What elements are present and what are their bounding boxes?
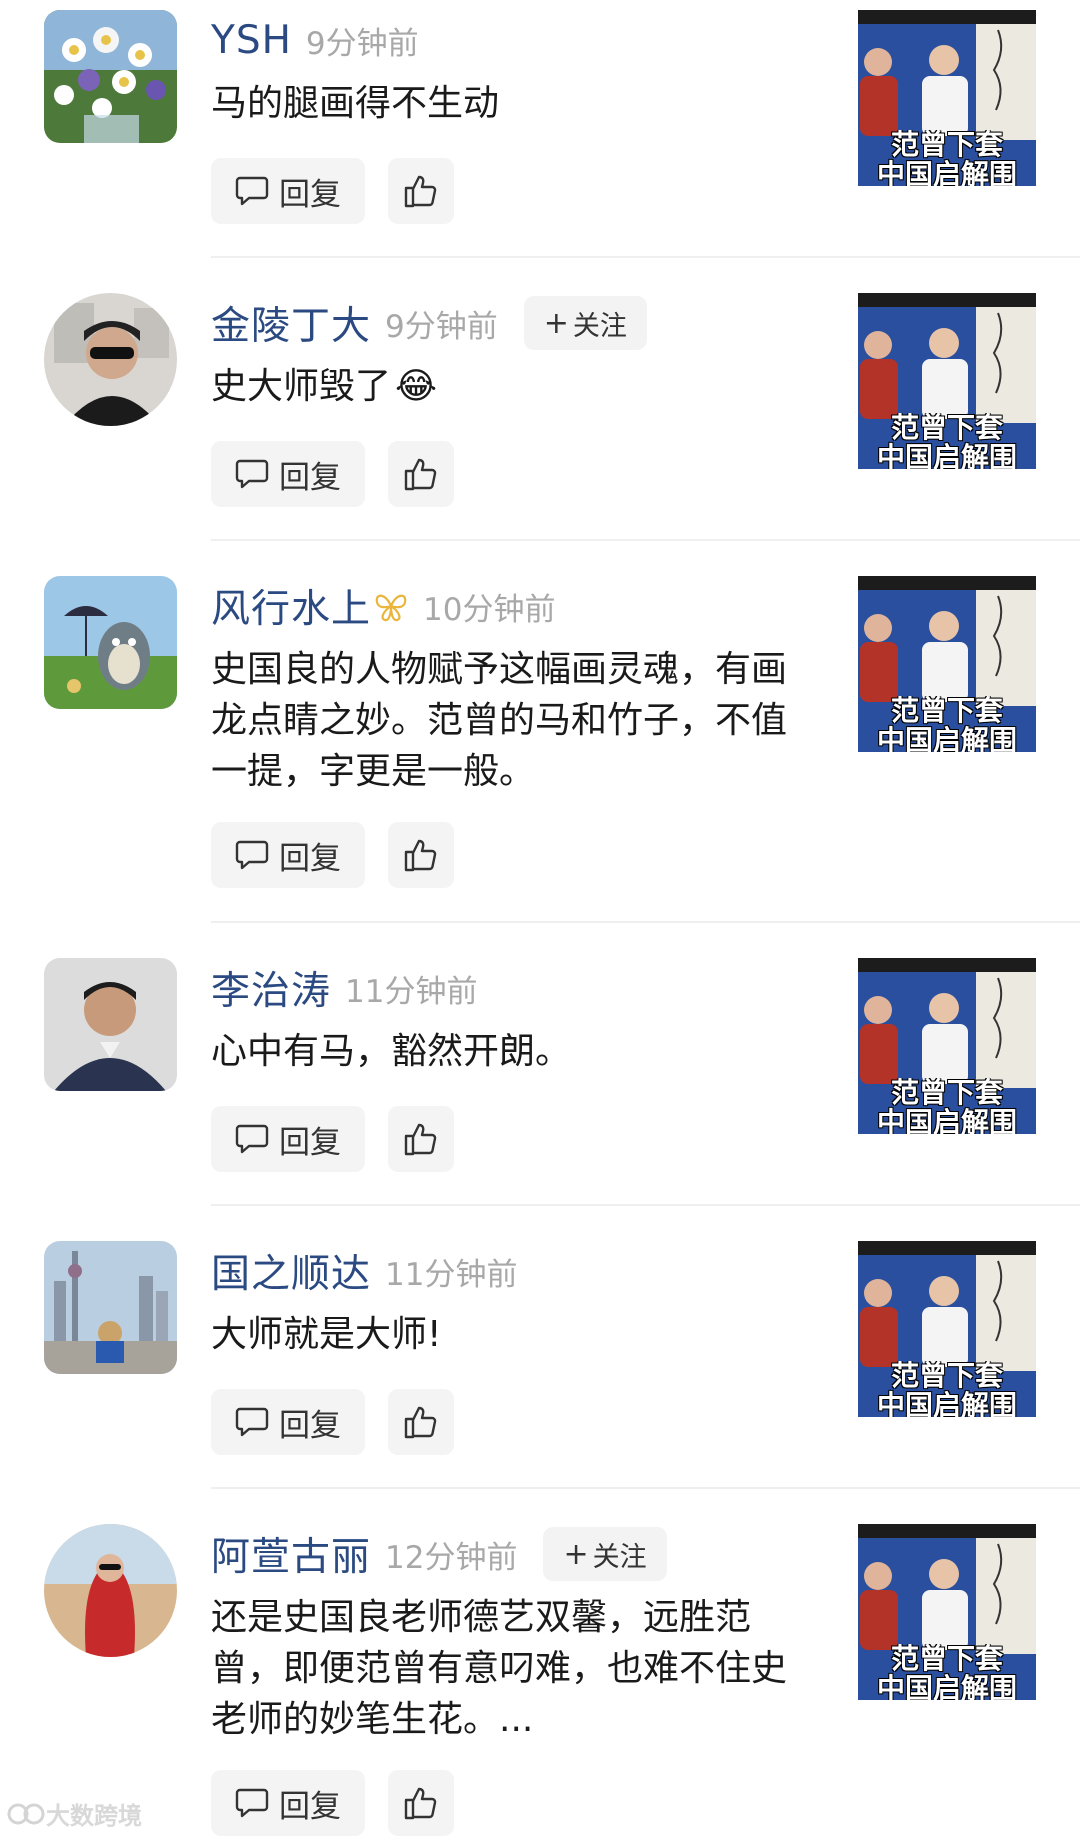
timestamp: 9分钟前 [385,308,498,345]
avatar[interactable] [44,958,177,1091]
video-thumbnail[interactable]: 范曾下套 中国启解围 [858,1241,1036,1417]
comment-item: 国之顺达 11分钟前 大师就是大师! 回复 范曾下套 中国启解围 [0,1231,1080,1514]
video-thumbnail[interactable]: 范曾下套 中国启解围 [858,293,1036,469]
plus-icon: + [543,305,569,341]
reply-button[interactable]: 回复 [211,1770,365,1836]
comment-item: 金陵丁大 9分钟前 + 关注 史大师毁了 😂 回复 范曾下套 中国启解围 [0,283,1080,566]
username[interactable]: 李治涛 [211,960,331,1016]
comment-item: 风行水上 10分钟前 史国良的人物赋予这幅画灵魂，有画龙点睛之妙。范曾的马和竹子… [0,566,1080,921]
watermark-text: 大数跨境 [46,1802,142,1830]
reply-button[interactable]: 回复 [211,441,365,507]
like-button[interactable] [388,441,454,507]
comment-bubble-icon [235,1788,269,1818]
follow-label: 关注 [592,1541,647,1573]
thumbnail-caption: 范曾下套 中国启解围 [876,1078,1017,1134]
comment-text: 史国良的人物赋予这幅画灵魂，有画龙点睛之妙。范曾的马和竹子，不值一提，字更是一般… [211,649,788,792]
reply-button[interactable]: 回复 [211,158,365,224]
thumbs-up-icon [404,839,437,872]
video-thumbnail[interactable]: 范曾下套 中国启解围 [858,576,1036,752]
divider [211,921,1080,923]
comment-bubble-icon [235,459,269,489]
avatar[interactable] [44,1524,177,1657]
comment-item: 阿萱古丽 12分钟前 + 关注 还是史国良老师德艺双馨，远胜范曾，即便范曾有意叼… [0,1514,1080,1836]
butterfly-icon [375,594,407,622]
thumbnail-caption: 范曾下套 中国启解围 [876,1644,1017,1700]
reply-label: 回复 [279,840,341,877]
thumbnail-caption: 范曾下套 中国启解围 [876,696,1017,752]
thumbnail-caption: 范曾下套 中国启解围 [876,1361,1017,1417]
avatar[interactable] [44,1241,177,1374]
divider [211,256,1080,258]
comment-bubble-icon [235,840,269,870]
follow-button[interactable]: + 关注 [523,296,647,350]
divider [211,539,1080,541]
comment-text: 大师就是大师! [211,1314,442,1355]
video-thumbnail[interactable]: 范曾下套 中国启解围 [858,1524,1036,1700]
username[interactable]: 风行水上 [211,578,371,634]
like-button[interactable] [388,822,454,888]
laughing-crying-emoji-icon: 😂 [395,366,438,407]
username[interactable]: 国之顺达 [211,1243,371,1299]
thumbs-up-icon [404,1787,437,1820]
comment-bubble-icon [235,1124,269,1154]
timestamp: 10分钟前 [423,591,556,628]
reply-label: 回复 [279,459,341,496]
reply-label: 回复 [279,1124,341,1161]
thumbnail-caption: 范曾下套 中国启解围 [876,413,1017,469]
comment-text: 心中有马，豁然开朗。 [211,1031,572,1072]
reply-button[interactable]: 回复 [211,1389,365,1455]
avatar[interactable] [44,293,177,426]
video-thumbnail[interactable]: 范曾下套 中国启解围 [858,958,1036,1134]
comment-item: 李治涛 11分钟前 心中有马，豁然开朗。 回复 范曾下套 中国启解围 [0,948,1080,1231]
divider [211,1204,1080,1206]
follow-label: 关注 [572,310,627,342]
avatar[interactable] [44,576,177,709]
reply-button[interactable]: 回复 [211,1106,365,1172]
reply-label: 回复 [279,176,341,213]
like-button[interactable] [388,1770,454,1836]
reply-label: 回复 [279,1407,341,1444]
comment-bubble-icon [235,1407,269,1437]
like-button[interactable] [388,158,454,224]
thumbs-up-icon [404,1406,437,1439]
video-thumbnail[interactable]: 范曾下套 中国启解围 [858,10,1036,186]
plus-icon: + [563,1536,589,1572]
timestamp: 9分钟前 [305,25,419,62]
username[interactable]: YSH [211,18,292,63]
like-button[interactable] [388,1389,454,1455]
timestamp: 11分钟前 [385,1256,518,1293]
timestamp: 11分钟前 [345,973,478,1010]
reply-button[interactable]: 回复 [211,822,365,888]
avatar[interactable] [44,10,177,143]
username[interactable]: 阿萱古丽 [211,1526,371,1582]
thumbs-up-icon [404,1123,437,1156]
thumbs-up-icon [404,175,437,208]
divider [211,1487,1080,1489]
comment-text-content: 史大师毁了 [211,366,392,407]
reply-label: 回复 [279,1788,341,1825]
comment-item: YSH 9分钟前 马的腿画得不生动 回复 范曾下套 中国启解围 [0,0,1080,283]
comment-text: 还是史国良老师德艺双馨，远胜范曾，即便范曾有意叼难，也难不住史老师的妙笔生花。.… [211,1597,788,1740]
comment-text: 马的腿画得不生动 [211,83,500,124]
thumbnail-caption: 范曾下套 中国启解围 [876,130,1017,186]
thumbs-up-icon [404,458,437,491]
follow-button[interactable]: + 关注 [543,1527,667,1581]
comment-text: 史大师毁了 😂 [211,361,811,412]
like-button[interactable] [388,1106,454,1172]
watermark-logo-icon [7,1803,45,1824]
username[interactable]: 金陵丁大 [211,295,371,351]
comment-bubble-icon [235,176,269,206]
watermark: 大数跨境 [6,1796,142,1831]
timestamp: 12分钟前 [385,1539,518,1576]
